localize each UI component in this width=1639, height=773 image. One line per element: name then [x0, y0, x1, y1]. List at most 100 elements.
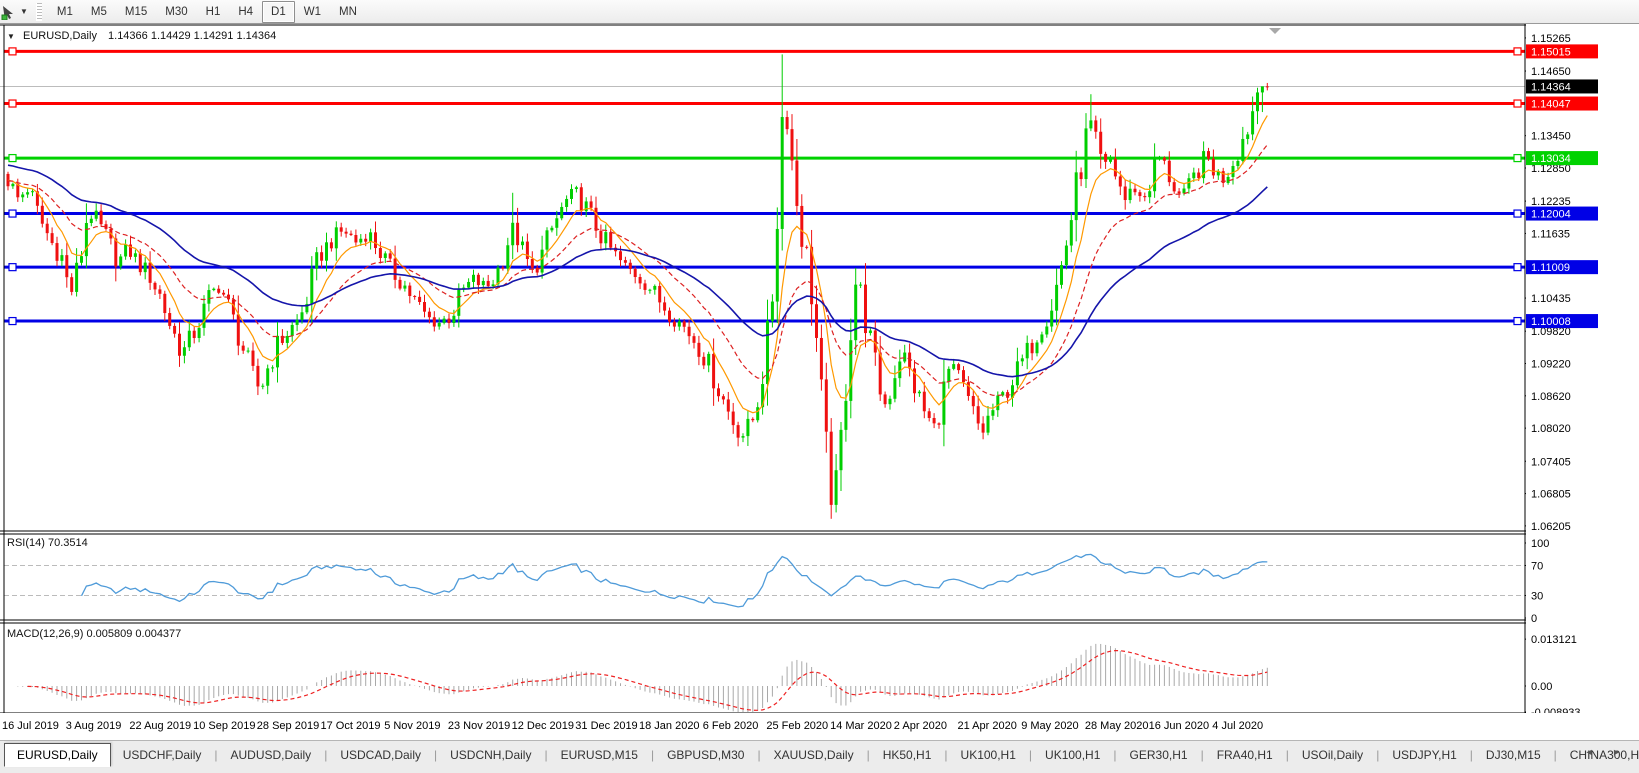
chart-tabs: EURUSD,Daily USDCHF,Daily | AUDUSD,Daily | US…	[4, 743, 1639, 767]
date-label: 17 Oct 2019	[320, 720, 381, 732]
date-axis[interactable]: 16 Jul 2019 3 Aug 2019 22 Aug 2019 10 Sep 2…	[0, 713, 1639, 740]
chart-tab-USOil-Daily[interactable]: USOil,Daily	[1290, 744, 1375, 766]
date-label: 10 Sep 2019	[193, 720, 256, 732]
tab-scroll-left-icon[interactable]: ◄	[1585, 747, 1602, 757]
chart-tab-bar: EURUSD,Daily USDCHF,Daily | AUDUSD,Daily | US…	[0, 740, 1639, 773]
date-label: 5 Nov 2019	[384, 720, 441, 732]
svg-text:30: 30	[1531, 591, 1543, 603]
timeframe-button-H1[interactable]: H1	[197, 1, 230, 23]
chart-tab-UK100-H1[interactable]: UK100,H1	[949, 744, 1028, 766]
ma-mid-red	[7, 144, 1268, 396]
ma-slow-blue	[7, 164, 1268, 378]
date-label: 2 Apr 2020	[893, 720, 948, 732]
timeframe-buttons: M1 M5 M15 M30 H1 H4 D1 W1 MN	[48, 0, 366, 23]
horizontal-level-lines	[0, 47, 1525, 326]
candlesticks	[6, 54, 1269, 519]
date-label: 18 Jan 2020	[639, 720, 700, 732]
svg-text:1.13034: 1.13034	[1531, 153, 1571, 165]
macd-panel	[17, 643, 1268, 712]
svg-text:1.07405: 1.07405	[1531, 456, 1571, 468]
rsi-line	[80, 553, 1268, 608]
date-label: 31 Dec 2019	[575, 720, 638, 732]
svg-text:1.14047: 1.14047	[1531, 99, 1571, 111]
svg-text:1.08020: 1.08020	[1531, 423, 1571, 435]
svg-text:1.09220: 1.09220	[1531, 359, 1571, 371]
date-label: 16 Jul 2019	[2, 720, 59, 732]
ma-slow-blue	[7, 164, 1268, 378]
crosshair-tool-icon[interactable]	[0, 2, 20, 22]
svg-text:1.13450: 1.13450	[1531, 131, 1571, 143]
date-label: 16 Jun 2020	[1148, 720, 1210, 732]
date-label: 28 May 2020	[1084, 720, 1149, 732]
date-label: 4 Jul 2020	[1212, 720, 1264, 732]
chart-tab-USDCNH-Daily[interactable]: USDCNH,Daily	[438, 744, 543, 766]
chart-tab-USDJPY-H1[interactable]: USDJPY,H1	[1380, 744, 1468, 766]
rsi-indicator-label: RSI(14) 70.3514	[7, 537, 88, 549]
timeframe-button-M5[interactable]: M5	[82, 1, 116, 23]
symbol-label: EURUSD,Daily	[22, 30, 97, 42]
svg-text:1.15015: 1.15015	[1531, 46, 1571, 58]
svg-text:1.12004: 1.12004	[1531, 209, 1571, 221]
svg-text:0.013121: 0.013121	[1531, 634, 1577, 646]
svg-text:1.11635: 1.11635	[1531, 228, 1570, 240]
price-chart-canvas[interactable]: 1.152651.146501.134501.128501.122351.116…	[0, 24, 1639, 740]
timeframe-button-M30[interactable]: M30	[156, 1, 196, 23]
timeframe-toolbar: ▼ M1 M5 M15 M30 H1 H4 D1 W1 MN	[0, 0, 1639, 24]
svg-text:1.12235: 1.12235	[1531, 196, 1571, 208]
ma-fast-orange	[7, 115, 1268, 414]
svg-text:1.08620: 1.08620	[1531, 391, 1571, 403]
ma-fast-orange	[7, 115, 1268, 414]
svg-text:1.06205: 1.06205	[1531, 521, 1571, 533]
svg-text:0.00: 0.00	[1531, 681, 1552, 693]
tab-scroll-right-icon[interactable]: ►	[1612, 747, 1629, 757]
date-label: 28 Sep 2019	[256, 720, 320, 732]
macd-indicator-label: MACD(12,26,9) 0.005809 0.004377	[7, 628, 182, 640]
ohlc-values: 1.14366 1.14429 1.14291 1.14364	[108, 30, 277, 42]
date-label: 23 Nov 2019	[447, 720, 511, 732]
timeframe-button-W1[interactable]: W1	[295, 1, 330, 23]
timeframe-button-H4[interactable]: H4	[229, 1, 262, 23]
chart-tab-UK100-H1[interactable]: UK100,H1	[1033, 744, 1112, 766]
collapse-arrow-icon[interactable]: ▼	[7, 32, 15, 41]
date-label: 21 Apr 2020	[957, 720, 1017, 732]
timeframe-button-M1[interactable]: M1	[48, 1, 82, 23]
rsi-panel	[4, 553, 1525, 608]
chart-area[interactable]: 1.15265 1.14650 1.13450 1.12850 1.12235 1.116…	[0, 24, 1639, 740]
tool-dropdown-caret-icon[interactable]: ▼	[20, 7, 28, 16]
date-label: 9 May 2020	[1021, 720, 1079, 732]
chart-header: ▼ EURUSD,Daily 1.14366 1.14429 1.14291 1…	[7, 30, 276, 42]
chart-tab-HK50-H1[interactable]: HK50,H1	[871, 744, 944, 766]
chart-tab-USDCHF-Daily[interactable]: USDCHF,Daily	[111, 744, 214, 766]
date-label: 6 Feb 2020	[702, 720, 759, 732]
timeframe-button-MN[interactable]: MN	[330, 1, 366, 23]
svg-text:1.06805: 1.06805	[1531, 489, 1571, 501]
panel-borders	[0, 24, 1639, 717]
date-label: 22 Aug 2019	[129, 720, 192, 732]
date-label: 14 Mar 2020	[830, 720, 892, 732]
svg-text:1.11009: 1.11009	[1531, 262, 1570, 274]
tab-scroll-arrows: ◄ ►	[1585, 747, 1629, 757]
chart-tab-EURUSD-M15[interactable]: EURUSD,M15	[549, 744, 650, 766]
timeframe-button-D1[interactable]: D1	[262, 0, 295, 23]
timeframe-button-M15[interactable]: M15	[116, 1, 156, 23]
svg-text:0: 0	[1531, 613, 1537, 625]
chart-tab-USDCAD-Daily[interactable]: USDCAD,Daily	[328, 744, 433, 766]
svg-text:1.14650: 1.14650	[1531, 66, 1571, 78]
chart-tab-XAUUSD-Daily[interactable]: XAUUSD,Daily	[762, 744, 866, 766]
chart-tab-EURUSD-Daily[interactable]: EURUSD,Daily	[4, 743, 111, 767]
chart-tab-GER30-H1[interactable]: GER30,H1	[1118, 744, 1200, 766]
price-axis[interactable]: 1.152651.146501.134501.128501.122351.116…	[1526, 24, 1639, 719]
chart-tab-AUDUSD-Daily[interactable]: AUDUSD,Daily	[219, 744, 324, 766]
chart-tab-GBPUSD-M30[interactable]: GBPUSD,M30	[655, 744, 756, 766]
date-label: 3 Aug 2019	[65, 720, 122, 732]
chart-tab-DJ30-M15[interactable]: DJ30,M15	[1474, 744, 1553, 766]
chart-tab-FRA40-H1[interactable]: FRA40,H1	[1205, 744, 1285, 766]
svg-text:1.10435: 1.10435	[1531, 293, 1571, 305]
svg-text:1.14364: 1.14364	[1531, 81, 1571, 93]
chart-shift-marker-icon	[1269, 28, 1281, 34]
toolbar-grip-handle[interactable]	[35, 2, 42, 21]
svg-text:1.10008: 1.10008	[1531, 316, 1571, 328]
svg-text:100: 100	[1531, 538, 1549, 550]
date-label: 12 Dec 2019	[511, 720, 574, 732]
svg-text:70: 70	[1531, 561, 1543, 573]
